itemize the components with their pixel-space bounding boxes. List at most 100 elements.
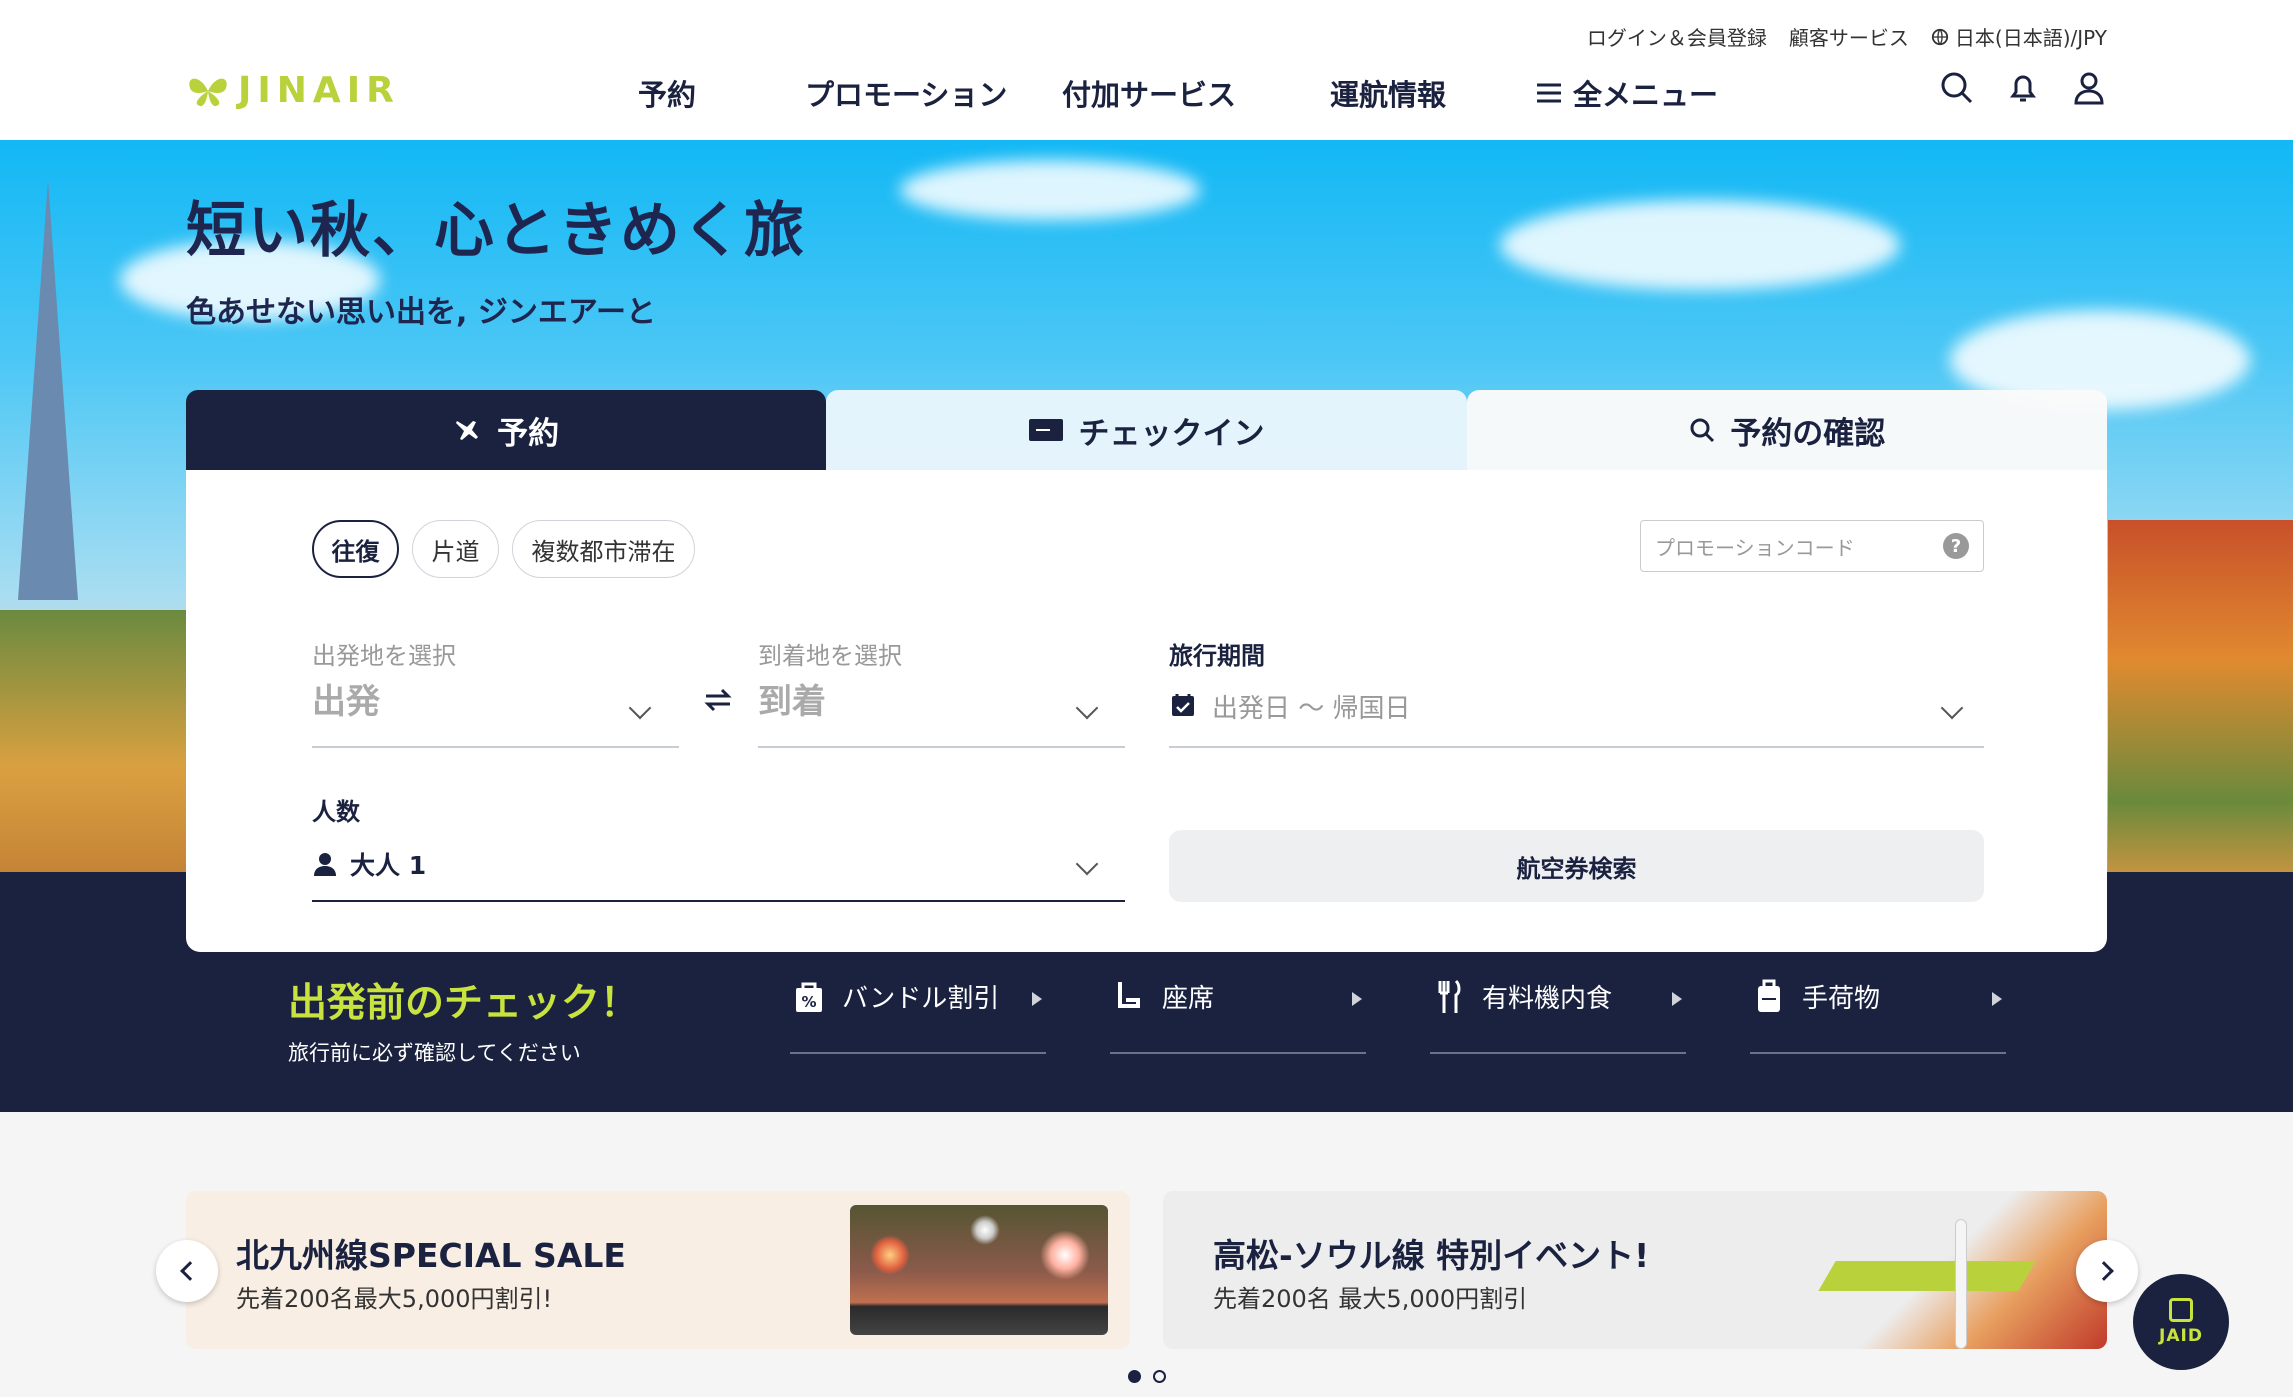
passengers-value: 大人 1 bbox=[350, 851, 427, 880]
trip-roundtrip[interactable]: 往復 bbox=[312, 520, 399, 578]
date-range-field[interactable]: 出発日 ～ 帰国日 bbox=[1212, 688, 1411, 725]
hamburger-icon bbox=[1537, 83, 1561, 103]
login-link[interactable]: ログイン＆会員登録 bbox=[1587, 22, 1767, 51]
nav-flight-info[interactable]: 運航情報 bbox=[1330, 72, 1446, 114]
passengers-field[interactable]: 大人 1 bbox=[312, 846, 426, 882]
check-baggage[interactable]: 手荷物 bbox=[1750, 978, 2006, 1054]
plane-wing bbox=[1818, 1261, 2036, 1291]
customer-service-link[interactable]: 顧客サービス bbox=[1789, 22, 1909, 51]
arrow-right-icon bbox=[1352, 992, 1362, 1006]
language-selector[interactable]: 日本(日本語)/JPY bbox=[1931, 22, 2107, 51]
carousel-prev-button[interactable] bbox=[156, 1240, 218, 1302]
all-menu-label: 全メニュー bbox=[1573, 78, 1719, 112]
departure-label: 出発地を選択 bbox=[312, 642, 456, 670]
chevron-down-icon[interactable] bbox=[628, 696, 652, 720]
trip-multicity[interactable]: 複数都市滞在 bbox=[512, 520, 695, 578]
park-scenery bbox=[0, 610, 190, 872]
chevron-left-icon bbox=[180, 1261, 200, 1281]
banner-subtitle: 先着200名最大5,000円割引! bbox=[236, 1285, 553, 1313]
suitcase-icon bbox=[1750, 978, 1788, 1016]
nav-reservation[interactable]: 予約 bbox=[638, 72, 696, 114]
promo-banner[interactable]: 高松-ソウル線 特別イベント! 先着200名 最大5,000円割引 bbox=[1163, 1191, 2107, 1349]
hero-subtitle: 色あせない思い出を, ジンエアーと bbox=[186, 295, 657, 330]
tower-image bbox=[18, 180, 78, 600]
fireworks-image bbox=[850, 1205, 1108, 1335]
divider bbox=[1169, 746, 1984, 748]
promo-placeholder: プロモーションコード bbox=[1655, 535, 1855, 560]
nav-all-menu[interactable]: 全メニュー bbox=[1535, 72, 1718, 114]
banner-title: 北九州線SPECIAL SALE bbox=[236, 1236, 626, 1275]
check-item-label: 手荷物 bbox=[1802, 984, 1881, 1014]
bell-icon[interactable] bbox=[2005, 70, 2041, 106]
calendar-icon bbox=[1172, 694, 1194, 716]
search-icon[interactable] bbox=[1939, 70, 1975, 106]
divider bbox=[312, 746, 679, 748]
airplane-icon bbox=[456, 421, 479, 440]
trip-oneway[interactable]: 片道 bbox=[412, 520, 499, 578]
arrow-right-icon bbox=[1992, 992, 2002, 1006]
arrow-right-icon bbox=[1032, 992, 1042, 1006]
tab-checkin[interactable]: チェックイン bbox=[826, 390, 1467, 470]
discount-bag-icon: % bbox=[790, 978, 828, 1016]
cloud bbox=[900, 160, 1200, 220]
swap-icon[interactable] bbox=[700, 682, 736, 718]
check-item-label: 座席 bbox=[1162, 984, 1215, 1014]
autumn-plane-image bbox=[1818, 1191, 2107, 1349]
check-item-label: 有料機内食 bbox=[1482, 984, 1613, 1014]
autumn-trees bbox=[2108, 520, 2293, 872]
chevron-down-icon[interactable] bbox=[1940, 696, 1964, 720]
chatbot-label: JAID bbox=[2159, 1326, 2203, 1346]
chevron-down-icon[interactable] bbox=[1075, 852, 1099, 876]
robot-icon bbox=[2169, 1298, 2193, 1322]
promo-banner[interactable]: 北九州線SPECIAL SALE 先着200名最大5,000円割引! bbox=[186, 1191, 1130, 1349]
booking-panel: 往復 片道 複数都市滞在 プロモーションコード ? 出発地を選択 出発 到着地を… bbox=[186, 470, 2107, 952]
globe-icon bbox=[1931, 28, 1949, 45]
tab-check-booking[interactable]: 予約の確認 bbox=[1466, 390, 2107, 470]
carousel-dot[interactable] bbox=[1153, 1370, 1166, 1383]
seat-icon bbox=[1110, 978, 1148, 1016]
chevron-right-icon bbox=[2094, 1261, 2114, 1281]
tab-label: 予約の確認 bbox=[1730, 415, 1886, 452]
carousel-dot[interactable] bbox=[1128, 1370, 1141, 1383]
ticket-icon bbox=[1029, 419, 1064, 441]
help-icon[interactable]: ? bbox=[1943, 533, 1969, 559]
check-seat[interactable]: 座席 bbox=[1110, 978, 1366, 1054]
chevron-down-icon[interactable] bbox=[1075, 696, 1099, 720]
chatbot-button[interactable]: JAID bbox=[2133, 1274, 2229, 1370]
booking-tabs: 予約 チェックイン 予約の確認 bbox=[186, 390, 2107, 470]
carousel-next-button[interactable] bbox=[2076, 1240, 2138, 1302]
promo-code-input[interactable]: プロモーションコード ? bbox=[1640, 520, 1984, 572]
check-subtitle: 旅行前に必ず確認してください bbox=[288, 1041, 581, 1065]
divider bbox=[758, 746, 1125, 748]
period-label: 旅行期間 bbox=[1169, 642, 1265, 670]
fork-knife-icon bbox=[1430, 978, 1468, 1016]
person-icon bbox=[314, 853, 336, 876]
passengers-label: 人数 bbox=[312, 798, 360, 826]
tab-reservation[interactable]: 予約 bbox=[186, 390, 827, 470]
arrival-field[interactable]: 到着 bbox=[758, 674, 826, 723]
check-meal[interactable]: 有料機内食 bbox=[1430, 978, 1686, 1054]
divider bbox=[312, 900, 1125, 902]
svg-text:%: % bbox=[801, 993, 816, 1011]
hero-title: 短い秋、心ときめく旅 bbox=[186, 196, 806, 266]
cloud bbox=[1500, 200, 1900, 290]
plane-body bbox=[1955, 1219, 1967, 1349]
banner-title: 高松-ソウル線 特別イベント! bbox=[1213, 1236, 1650, 1275]
utility-links: ログイン＆会員登録 顧客サービス 日本(日本語)/JPY bbox=[1587, 22, 2107, 51]
tab-label: チェックイン bbox=[1078, 415, 1265, 452]
check-item-label: バンドル割引 bbox=[842, 984, 1000, 1014]
language-label: 日本(日本語)/JPY bbox=[1954, 26, 2107, 50]
firework bbox=[1040, 1230, 1090, 1280]
arrow-right-icon bbox=[1672, 992, 1682, 1006]
site-header: ログイン＆会員登録 顧客サービス 日本(日本語)/JPY JINAIR 予約 プ… bbox=[0, 0, 2293, 140]
check-bundle-discount[interactable]: % バンドル割引 bbox=[790, 978, 1046, 1054]
nav-extra-services[interactable]: 付加サービス bbox=[1062, 72, 1236, 114]
banner-subtitle: 先着200名 最大5,000円割引 bbox=[1213, 1285, 1528, 1313]
flight-search-button[interactable]: 航空券検索 bbox=[1169, 830, 1984, 902]
departure-field[interactable]: 出発 bbox=[312, 674, 380, 723]
nav-promotion[interactable]: プロモーション bbox=[805, 72, 1007, 114]
arrival-label: 到着地を選択 bbox=[758, 642, 902, 670]
user-icon[interactable] bbox=[2071, 70, 2107, 106]
search-icon bbox=[1690, 418, 1715, 443]
check-title: 出発前のチェック！ bbox=[288, 981, 640, 1026]
